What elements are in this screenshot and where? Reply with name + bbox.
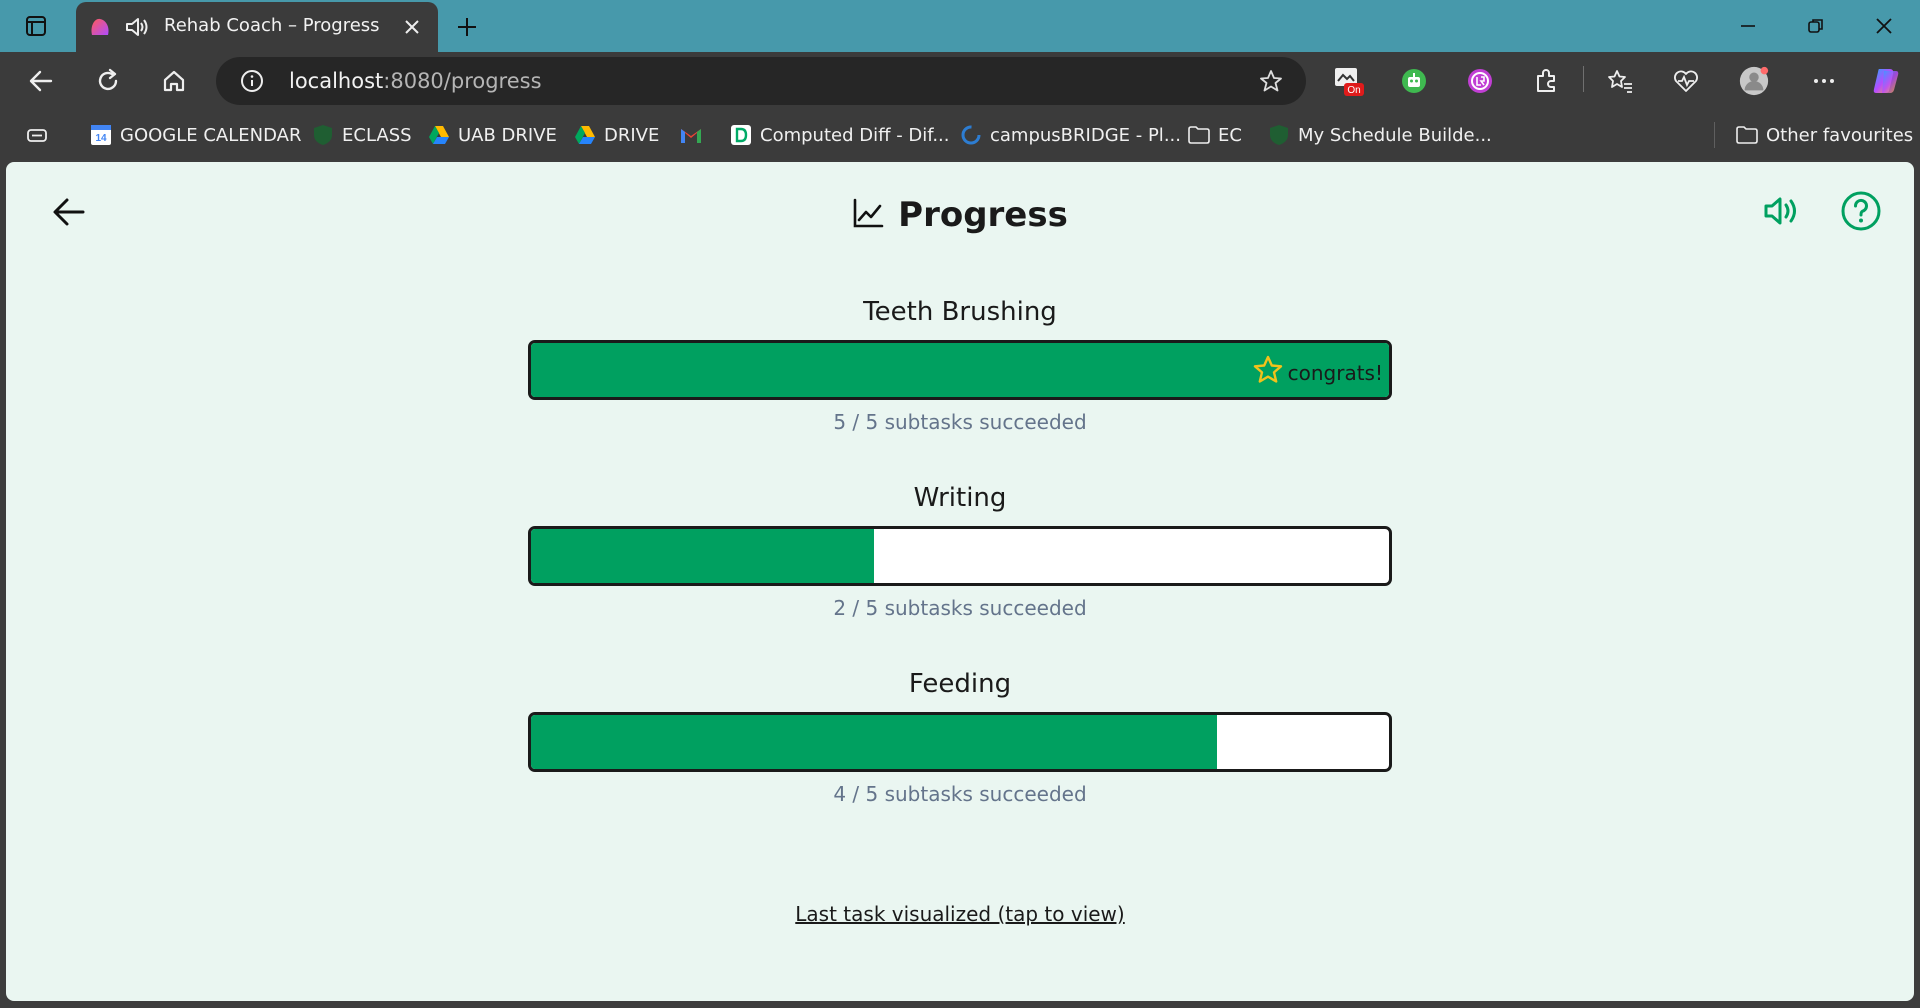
- task-count: 4 / 5 subtasks succeeded: [833, 782, 1087, 806]
- bookmark-ec-folder[interactable]: EC: [1188, 122, 1242, 148]
- calendar-icon: 14: [90, 124, 112, 146]
- task-count: 2 / 5 subtasks succeeded: [833, 596, 1087, 620]
- other-favourites[interactable]: Other favourites: [1736, 122, 1913, 148]
- progress-bar: [528, 526, 1392, 586]
- task-name: Feeding: [908, 669, 1012, 699]
- extension-on-icon[interactable]: On: [1332, 65, 1364, 97]
- url-host: localhost: [289, 69, 384, 93]
- task-name: Teeth Brushing: [863, 297, 1057, 327]
- bookmark-label: ECLASS: [342, 124, 412, 146]
- bookmark-label: EC: [1218, 124, 1242, 146]
- bookmark-computed-diff[interactable]: Computed Diff - Dif...: [730, 122, 949, 148]
- task-feeding: Feeding 4 / 5 subtasks succeeded: [528, 664, 1392, 806]
- toolbar-divider: [1583, 66, 1584, 92]
- restore-icon[interactable]: [1796, 12, 1836, 40]
- url-path: :8080/progress: [383, 69, 542, 93]
- browser-back-icon[interactable]: [24, 65, 58, 97]
- profile-avatar-icon[interactable]: [1738, 65, 1770, 97]
- bookmark-schedule-builder[interactable]: My Schedule Builde...: [1268, 122, 1492, 148]
- bookmarks-bar: 14 GOOGLE CALENDAR ECLASS UAB DRIVE DRIV…: [0, 110, 1920, 160]
- site-info-icon[interactable]: [240, 69, 264, 93]
- new-tab-icon[interactable]: [452, 12, 482, 42]
- task-teeth-brushing: Teeth Brushing congrats! 5 / 5 subtasks …: [528, 292, 1392, 434]
- shield-icon: [1268, 124, 1290, 146]
- bookmark-drive[interactable]: DRIVE: [574, 122, 659, 148]
- folder-icon: [1736, 124, 1758, 146]
- favorites-icon[interactable]: [1604, 65, 1636, 97]
- bookmark-label: My Schedule Builde...: [1298, 124, 1492, 146]
- campusbridge-icon: [960, 124, 982, 146]
- bookmark-uab-drive[interactable]: UAB DRIVE: [428, 122, 557, 148]
- more-menu-icon[interactable]: [1808, 65, 1840, 97]
- sound-icon[interactable]: [1760, 190, 1802, 232]
- bookmark-label: campusBRIDGE - Pl...: [990, 124, 1181, 146]
- last-task-container: Last task visualized (tap to view): [6, 902, 1914, 926]
- extension-badge: On: [1347, 85, 1360, 96]
- favorite-star-icon[interactable]: [1258, 68, 1284, 94]
- congrats-text: congrats!: [1287, 360, 1383, 385]
- drive-icon: [428, 124, 450, 146]
- progress-fill: [531, 529, 875, 583]
- drive-icon: [574, 124, 596, 146]
- bookmark-gmail[interactable]: [680, 122, 702, 148]
- bookmark-label: Computed Diff - Dif...: [760, 124, 950, 146]
- bookmark-eclass[interactable]: ECLASS: [312, 122, 412, 148]
- bookmark-google-calendar[interactable]: 14 GOOGLE CALENDAR: [90, 122, 301, 148]
- last-task-link[interactable]: Last task visualized (tap to view): [795, 902, 1124, 926]
- close-window-icon[interactable]: [1864, 12, 1904, 40]
- tab-close-icon[interactable]: [400, 15, 424, 39]
- tab-actions-icon[interactable]: [18, 13, 54, 39]
- rehab-coach-favicon-icon: [88, 15, 112, 39]
- collections-icon[interactable]: [26, 122, 48, 148]
- browser-toolbar: localhost:8080/progress On: [0, 52, 1920, 110]
- tab-title: Rehab Coach – Progress: [164, 15, 380, 36]
- help-icon[interactable]: [1838, 188, 1884, 234]
- shield-icon: [312, 124, 334, 146]
- diff-icon: [730, 124, 752, 146]
- svg-text:14: 14: [95, 133, 107, 144]
- copilot-icon[interactable]: [1870, 65, 1902, 97]
- bookmarks-divider: [1714, 122, 1715, 148]
- robot-extension-icon[interactable]: [1398, 65, 1430, 97]
- home-icon[interactable]: [157, 65, 191, 97]
- tab-audio-icon[interactable]: [124, 15, 150, 39]
- bookmark-label: GOOGLE CALENDAR: [120, 124, 302, 146]
- reload-icon[interactable]: [91, 65, 125, 97]
- page-header: Progress: [6, 190, 1914, 240]
- browser-essentials-icon[interactable]: [1670, 65, 1702, 97]
- gmail-icon: [680, 124, 702, 146]
- task-count: 5 / 5 subtasks succeeded: [833, 410, 1087, 434]
- line-chart-icon: [852, 197, 884, 233]
- progress-bar: congrats!: [528, 340, 1392, 400]
- star-icon: [1252, 354, 1284, 391]
- url-text[interactable]: localhost:8080/progress: [289, 69, 542, 93]
- congrats-badge: congrats!: [1252, 354, 1383, 391]
- task-name: Writing: [913, 483, 1007, 513]
- reader-extension-icon[interactable]: [1464, 65, 1496, 97]
- bookmark-campusbridge[interactable]: campusBRIDGE - Pl...: [960, 122, 1181, 148]
- progress-fill: [531, 715, 1218, 769]
- progress-bar: [528, 712, 1392, 772]
- extensions-puzzle-icon[interactable]: [1530, 65, 1562, 97]
- address-bar[interactable]: localhost:8080/progress: [216, 57, 1306, 105]
- progress-page: Progress Teeth Brushing congrats! 5 / 5 …: [6, 162, 1914, 1001]
- minimize-icon[interactable]: [1728, 12, 1768, 40]
- bookmark-label: UAB DRIVE: [458, 124, 557, 146]
- page-title: Progress: [898, 195, 1068, 235]
- browser-tab-strip: Rehab Coach – Progress: [0, 0, 1920, 52]
- other-favourites-label: Other favourites: [1766, 124, 1914, 146]
- task-writing: Writing 2 / 5 subtasks succeeded: [528, 478, 1392, 620]
- bookmark-label: DRIVE: [604, 124, 660, 146]
- folder-icon: [1188, 124, 1210, 146]
- active-tab[interactable]: Rehab Coach – Progress: [76, 2, 438, 52]
